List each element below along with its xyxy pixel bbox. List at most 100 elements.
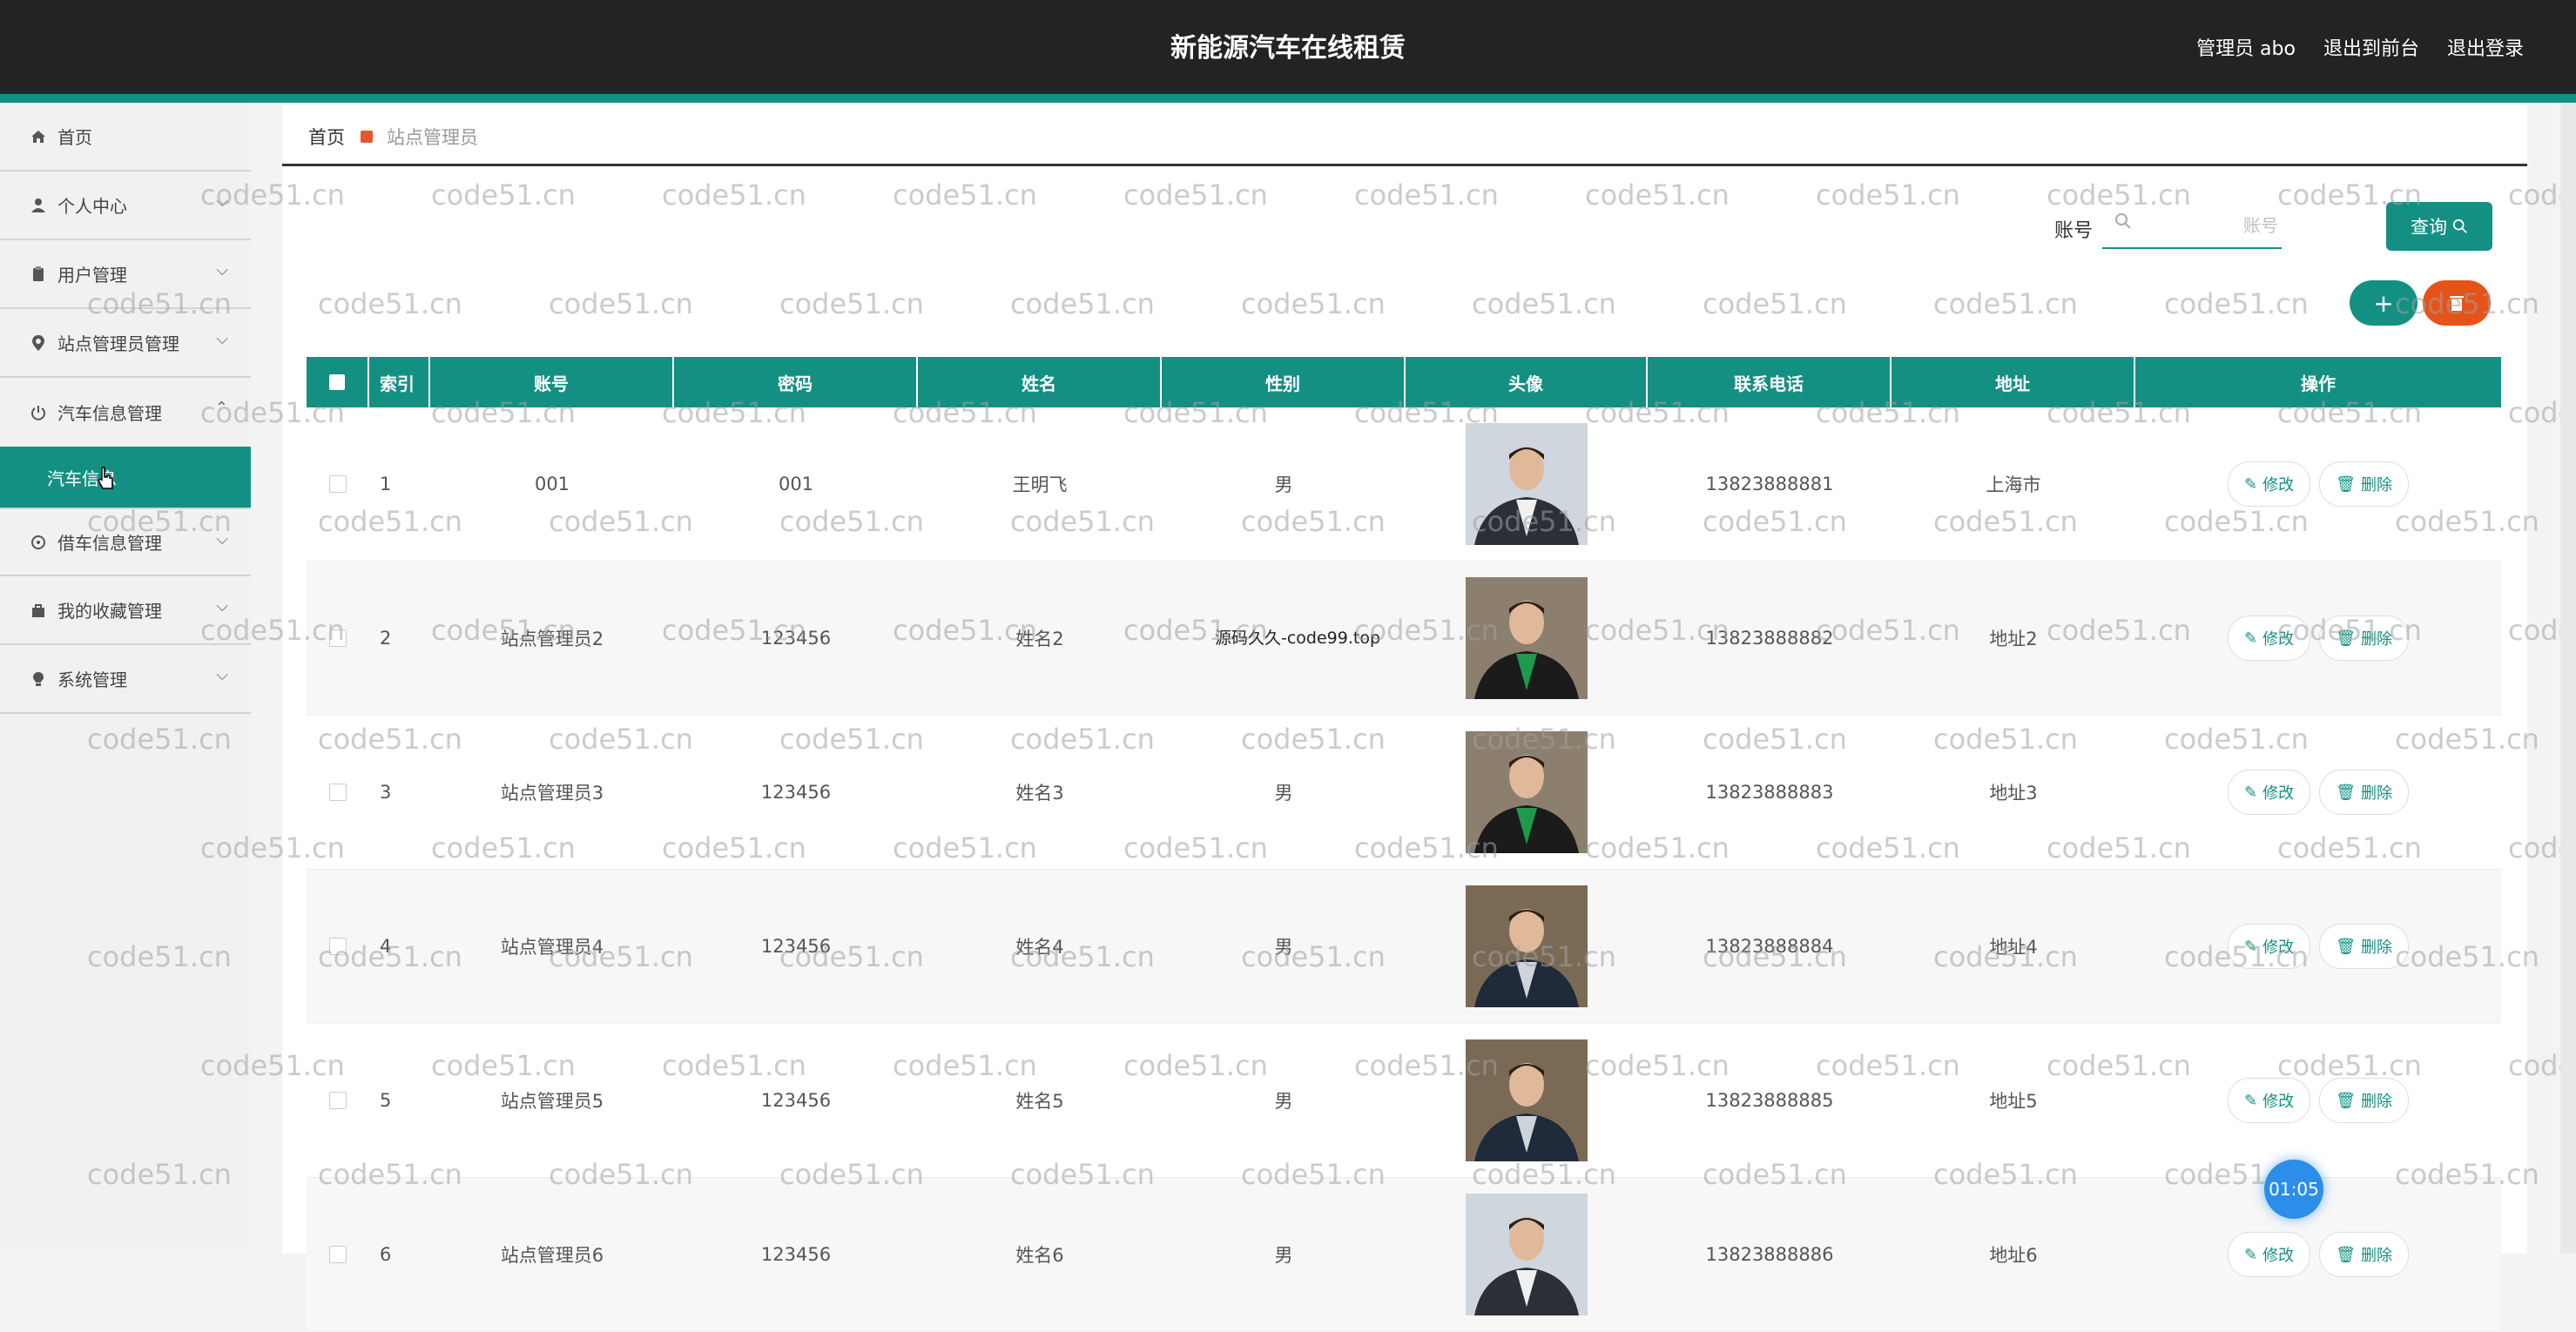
trash-icon: 🗑: [2336, 937, 2356, 956]
cell-avatar: [1406, 562, 1648, 715]
table-body: 1 001 001 王明飞男 13823888881 上海市 ✎ 修改 🗑 删除 2 站点管理员2 12…: [307, 407, 2501, 1332]
table-row: 2 站点管理员2 123456 姓名2 13823888882 地址2 ✎ 修改 🗑 删除: [307, 562, 2501, 716]
edit-label: 修改: [2262, 476, 2295, 494]
chevron-down-icon: ⌵: [216, 530, 228, 548]
cell-avatar: [1406, 870, 1648, 1023]
chevron-down-icon: ⌵: [216, 597, 228, 616]
batch-delete-button[interactable]: [2423, 280, 2491, 326]
row-checkbox[interactable]: [329, 629, 347, 647]
query-button[interactable]: 查询: [2386, 202, 2492, 251]
select-all-checkbox[interactable]: [329, 374, 345, 390]
sidebar-item-borrow-info[interactable]: 借车信息管理 ⌵: [0, 508, 251, 576]
cell-actions: ✎ 修改 🗑 删除: [2135, 870, 2501, 1023]
edit-label: 修改: [2262, 938, 2295, 957]
delete-label: 删除: [2360, 1247, 2392, 1265]
avatar[interactable]: [1466, 731, 1588, 853]
add-button[interactable]: +: [2350, 280, 2418, 326]
breadcrumb-home[interactable]: 首页: [308, 124, 345, 150]
cell-gender: 男: [1274, 1091, 1293, 1112]
delete-button[interactable]: 🗑 删除: [2319, 770, 2409, 815]
cell-name: 姓名4: [1015, 937, 1064, 958]
sidebar-item-users[interactable]: 用户管理 ⌵: [0, 240, 251, 309]
sidebar-item-favorites[interactable]: 我的收藏管理 ⌵: [0, 576, 251, 645]
cell-password: 123456: [760, 628, 832, 649]
cell-avatar: [1406, 1024, 1648, 1177]
delete-button[interactable]: 🗑 删除: [2319, 461, 2409, 507]
avatar[interactable]: [1466, 577, 1588, 699]
delete-button[interactable]: 🗑 删除: [2319, 1078, 2409, 1123]
admin-user-label: 管理员 abo: [2196, 38, 2296, 60]
cell-gender: 男: [1274, 1245, 1293, 1266]
cell-account: 站点管理员5: [500, 1091, 604, 1112]
cell-index: 2: [380, 628, 392, 649]
sidebar-item-label: 个人中心: [57, 196, 127, 217]
edit-label: 修改: [2262, 630, 2295, 649]
cell-address: 上海市: [1986, 474, 2041, 495]
cell-avatar: [1406, 407, 1648, 561]
cell-phone: 13823888885: [1705, 1090, 1834, 1111]
delete-label: 删除: [2360, 938, 2392, 957]
cell-address: 地址5: [1989, 1091, 2038, 1112]
row-checkbox[interactable]: [329, 938, 347, 955]
timer-badge[interactable]: 01:05: [2264, 1160, 2323, 1219]
edit-button[interactable]: ✎ 修改: [2228, 770, 2311, 815]
sidebar-item-car-info[interactable]: 汽车信息管理 ⌃: [0, 378, 251, 447]
delete-button[interactable]: 🗑 删除: [2319, 924, 2409, 969]
cell-password: 123456: [760, 936, 832, 957]
delete-label: 删除: [2360, 476, 2392, 494]
sidebar-item-label: 系统管理: [57, 669, 127, 690]
row-checkbox-cell: [307, 407, 369, 561]
logout-link[interactable]: 退出登录: [2447, 33, 2524, 61]
edit-button[interactable]: ✎ 修改: [2228, 924, 2311, 969]
col-header-account: 账号: [430, 357, 674, 407]
cell-gender: 男: [1274, 474, 1293, 495]
edit-button[interactable]: ✎ 修改: [2228, 616, 2311, 661]
sidebar-item-home[interactable]: 首页: [0, 103, 251, 172]
cell-actions: ✎ 修改 🗑 删除: [2135, 716, 2501, 869]
edit-button[interactable]: ✎ 修改: [2228, 1232, 2311, 1277]
edit-icon: ✎: [2244, 937, 2258, 956]
sidebar-item-system[interactable]: 系统管理 ⌵: [0, 645, 251, 714]
cell-name: 姓名5: [1015, 1091, 1064, 1112]
main-content: 首页 站点管理员 账号 查询 + 索引 账号 密码 姓名 性别 头像 联系电话 …: [282, 104, 2527, 1332]
cell-index: 3: [380, 782, 392, 803]
row-checkbox[interactable]: [329, 1246, 347, 1263]
col-header-address: 地址: [1892, 357, 2135, 407]
chevron-down-icon: ⌵: [216, 666, 228, 684]
avatar[interactable]: [1466, 423, 1588, 545]
col-header-gender: 性别: [1162, 357, 1406, 407]
sidebar-item-station-admin[interactable]: 站点管理员管理 ⌵: [0, 309, 251, 378]
cell-name: 姓名3: [1015, 783, 1064, 804]
delete-button[interactable]: 🗑 删除: [2319, 1232, 2409, 1277]
location-icon: [28, 333, 49, 353]
row-checkbox[interactable]: [329, 1092, 347, 1109]
search-label: 账号: [2054, 220, 2094, 242]
delete-button[interactable]: 🗑 删除: [2319, 616, 2409, 661]
trash-icon: [2450, 296, 2464, 311]
cell-account: 001: [534, 474, 570, 494]
chevron-down-icon: ⌵: [216, 192, 228, 211]
edit-button[interactable]: ✎ 修改: [2228, 461, 2311, 507]
avatar[interactable]: [1466, 1194, 1588, 1315]
sidebar: 首页 个人中心 ⌵ 用户管理 ⌵ 站点管理员管理 ⌵ 汽车信息管理 ⌃ 汽车信息: [0, 103, 251, 1254]
search-input[interactable]: [2141, 209, 2280, 242]
edit-label: 修改: [2262, 784, 2295, 803]
row-checkbox[interactable]: [329, 784, 347, 801]
col-header-avatar: 头像: [1406, 357, 1648, 407]
top-bar: 新能源汽车在线租赁 管理员 abo 退出到前台 退出登录: [0, 0, 2576, 94]
cell-actions: ✎ 修改 🗑 删除: [2135, 407, 2501, 561]
sidebar-item-label: 站点管理员管理: [57, 333, 179, 354]
row-checkbox[interactable]: [329, 475, 347, 493]
cell-name: 姓名2: [1015, 629, 1064, 649]
avatar[interactable]: [1466, 885, 1588, 1007]
avatar[interactable]: [1466, 1039, 1588, 1161]
scrollbar[interactable]: [2560, 103, 2576, 1254]
cell-phone: 13823888886: [1705, 1244, 1834, 1265]
sidebar-subitem-car-info[interactable]: 汽车信息: [0, 447, 251, 508]
overlay-watermark-text: 源码久久-code99.top: [1215, 629, 1381, 648]
cell-actions: ✎ 修改 🗑 删除: [2135, 1024, 2501, 1177]
edit-icon: ✎: [2244, 783, 2258, 802]
sidebar-item-profile[interactable]: 个人中心 ⌵: [0, 172, 251, 240]
exit-to-front-link[interactable]: 退出到前台: [2323, 33, 2419, 61]
edit-button[interactable]: ✎ 修改: [2228, 1078, 2311, 1123]
